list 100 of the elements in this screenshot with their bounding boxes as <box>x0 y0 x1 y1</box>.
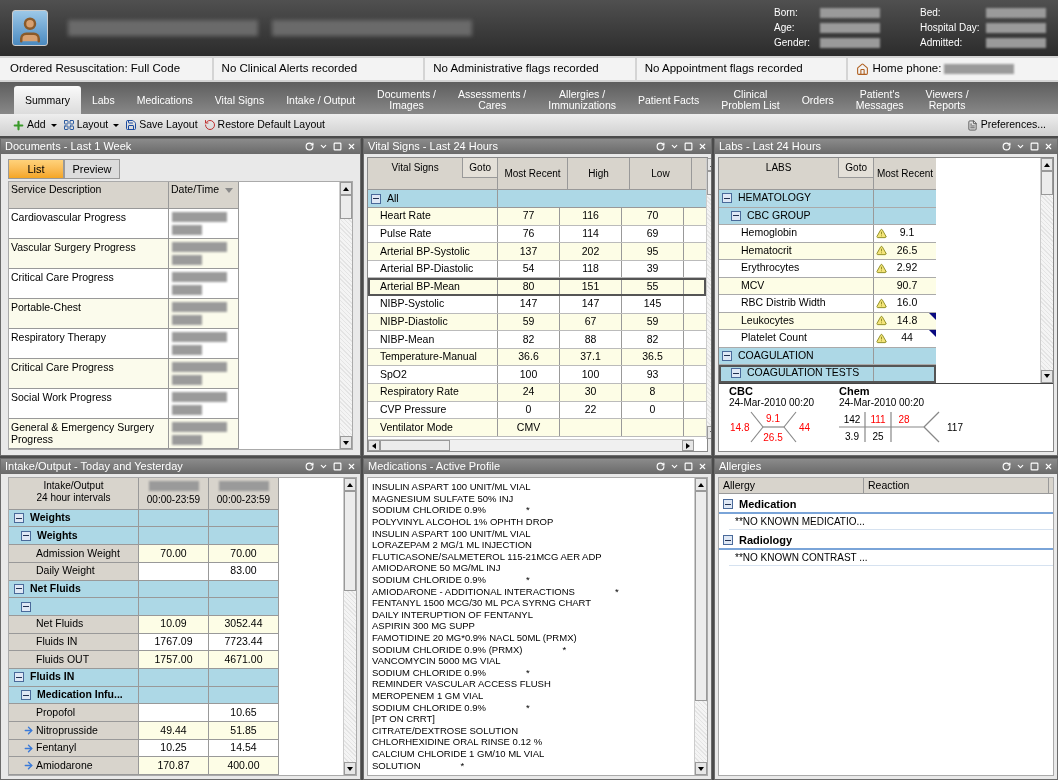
scrollbar-thumb[interactable] <box>1041 171 1053 195</box>
scroll-down-icon[interactable] <box>1041 369 1053 383</box>
close-icon[interactable] <box>698 142 707 151</box>
dropdown-icon[interactable] <box>1016 462 1025 471</box>
vertical-scrollbar[interactable] <box>339 182 352 449</box>
scroll-up-icon[interactable] <box>695 478 707 491</box>
scrollbar-thumb[interactable] <box>344 491 356 591</box>
scroll-left-icon[interactable] <box>368 440 380 451</box>
collapse-icon[interactable] <box>722 193 732 204</box>
vitals-row[interactable]: SpO2 100 100 93 <box>368 366 706 384</box>
refresh-icon[interactable] <box>656 462 665 471</box>
vertical-scrollbar[interactable] <box>1040 158 1053 383</box>
refresh-icon[interactable] <box>1002 462 1011 471</box>
collapse-icon[interactable] <box>21 690 31 700</box>
toolbar-button[interactable]: Restore Default Layout <box>203 117 325 133</box>
maximize-icon[interactable] <box>1030 462 1039 471</box>
scroll-right-icon[interactable] <box>682 440 694 451</box>
scroll-down-icon[interactable] <box>340 436 352 449</box>
collapse-icon[interactable] <box>14 513 24 524</box>
maximize-icon[interactable] <box>684 462 693 471</box>
table-cell: Arterial BP-Diastolic <box>368 260 498 278</box>
blurred-text-block <box>148 481 199 491</box>
toolbar-button[interactable]: Add <box>12 117 57 133</box>
dropdown-icon[interactable] <box>1016 142 1025 151</box>
nav-tab[interactable]: Summary <box>14 86 81 114</box>
nav-tab[interactable]: Allergies / Immunizations <box>537 86 627 114</box>
nav-tab[interactable]: Labs <box>80 86 126 114</box>
blurred-text-block <box>218 481 269 491</box>
nav-tab[interactable]: Patient Facts <box>627 86 711 114</box>
collapse-icon[interactable] <box>371 193 381 204</box>
nav-tab[interactable]: Documents / Images <box>366 86 447 114</box>
chem-value: 142 <box>843 413 861 425</box>
nav-tab[interactable]: Clinical Problem List <box>710 86 791 114</box>
dropdown-icon[interactable] <box>319 142 328 151</box>
maximize-icon[interactable] <box>333 462 342 471</box>
column-header[interactable]: Allergy <box>719 478 864 493</box>
close-icon[interactable] <box>698 462 707 471</box>
vertical-scrollbar[interactable] <box>694 478 707 775</box>
scrollbar-thumb[interactable] <box>695 491 707 701</box>
collapse-icon[interactable] <box>21 530 31 541</box>
vitals-row[interactable]: Arterial BP-Systolic 137 202 95 <box>368 243 706 261</box>
scroll-down-icon[interactable] <box>344 762 356 775</box>
goto-button[interactable]: Goto <box>838 158 873 178</box>
nav-tab[interactable]: Viewers / Reports <box>914 86 980 114</box>
refresh-icon[interactable] <box>305 462 314 471</box>
horizontal-scrollbar[interactable] <box>368 439 694 451</box>
scroll-up-icon[interactable] <box>344 478 356 491</box>
scroll-down-icon[interactable] <box>695 762 707 775</box>
lab-row[interactable]: Erythrocytes 2.92 <box>719 260 936 278</box>
nav-tab[interactable]: Orders <box>790 86 845 114</box>
close-icon[interactable] <box>1044 142 1053 151</box>
collapse-icon[interactable] <box>722 350 732 361</box>
vitals-row[interactable]: Heart Rate 77 116 70 <box>368 208 706 226</box>
maximize-icon[interactable] <box>684 142 693 151</box>
refresh-icon[interactable] <box>656 142 665 151</box>
nav-tab[interactable]: Vital Signs <box>203 86 276 114</box>
column-header[interactable]: Reaction <box>864 478 1049 493</box>
maximize-icon[interactable] <box>333 142 342 151</box>
nav-tab[interactable]: Intake / Output <box>275 86 367 114</box>
lab-row[interactable]: Hemoglobin 9.1 <box>719 225 936 243</box>
dropdown-icon[interactable] <box>670 462 679 471</box>
flag-text: No Administrative flags recorded <box>433 61 599 77</box>
nav-tab[interactable]: Patient's Messages <box>844 86 915 114</box>
scrollbar-thumb[interactable] <box>380 440 450 451</box>
dropdown-icon[interactable] <box>319 462 328 471</box>
scroll-up-icon[interactable] <box>1041 158 1053 171</box>
lab-row[interactable]: Platelet Count 44 <box>719 330 936 348</box>
table-cell-text: 400.00 <box>227 757 260 773</box>
toolbar-button[interactable]: Save Layout <box>125 117 198 133</box>
collapse-icon[interactable] <box>731 368 741 379</box>
nav-tab[interactable]: Medications <box>125 86 204 114</box>
nav-tab[interactable]: Assessments / Cares <box>447 86 538 114</box>
view-tab[interactable]: List <box>8 159 64 179</box>
close-icon[interactable] <box>347 142 356 151</box>
maximize-icon[interactable] <box>1030 142 1039 151</box>
refresh-icon[interactable] <box>1002 142 1011 151</box>
scroll-up-icon[interactable] <box>340 182 352 195</box>
collapse-icon[interactable] <box>723 499 733 509</box>
goto-button[interactable]: Goto <box>462 158 497 178</box>
lab-row[interactable]: RBC Distrib Width 16.0 <box>719 295 936 313</box>
lab-row[interactable]: HEMATOLOGY <box>719 190 936 208</box>
collapse-icon[interactable] <box>14 583 24 594</box>
collapse-icon[interactable] <box>14 672 24 683</box>
view-tab[interactable]: Preview <box>64 159 120 179</box>
collapse-icon[interactable] <box>723 535 733 545</box>
blurred-text-block <box>172 272 227 282</box>
preferences-button[interactable]: Preferences... <box>966 117 1046 133</box>
close-icon[interactable] <box>347 462 356 471</box>
vitals-row[interactable]: NIBP-Mean 82 88 82 <box>368 331 706 349</box>
dropdown-icon[interactable] <box>670 142 679 151</box>
toolbar-button[interactable]: Layout <box>62 117 120 133</box>
collapse-icon[interactable] <box>21 601 31 612</box>
close-icon[interactable] <box>1044 462 1053 471</box>
lab-row[interactable]: COAGULATION TESTS <box>719 365 936 383</box>
vertical-scrollbar[interactable] <box>343 478 356 775</box>
vitals-row[interactable]: Arterial BP-Mean 80 151 55 <box>368 278 706 296</box>
collapse-icon[interactable] <box>731 210 741 221</box>
vitals-row[interactable]: Ventilator Mode CMV <box>368 419 706 437</box>
scrollbar-thumb[interactable] <box>340 195 352 219</box>
refresh-icon[interactable] <box>305 142 314 151</box>
